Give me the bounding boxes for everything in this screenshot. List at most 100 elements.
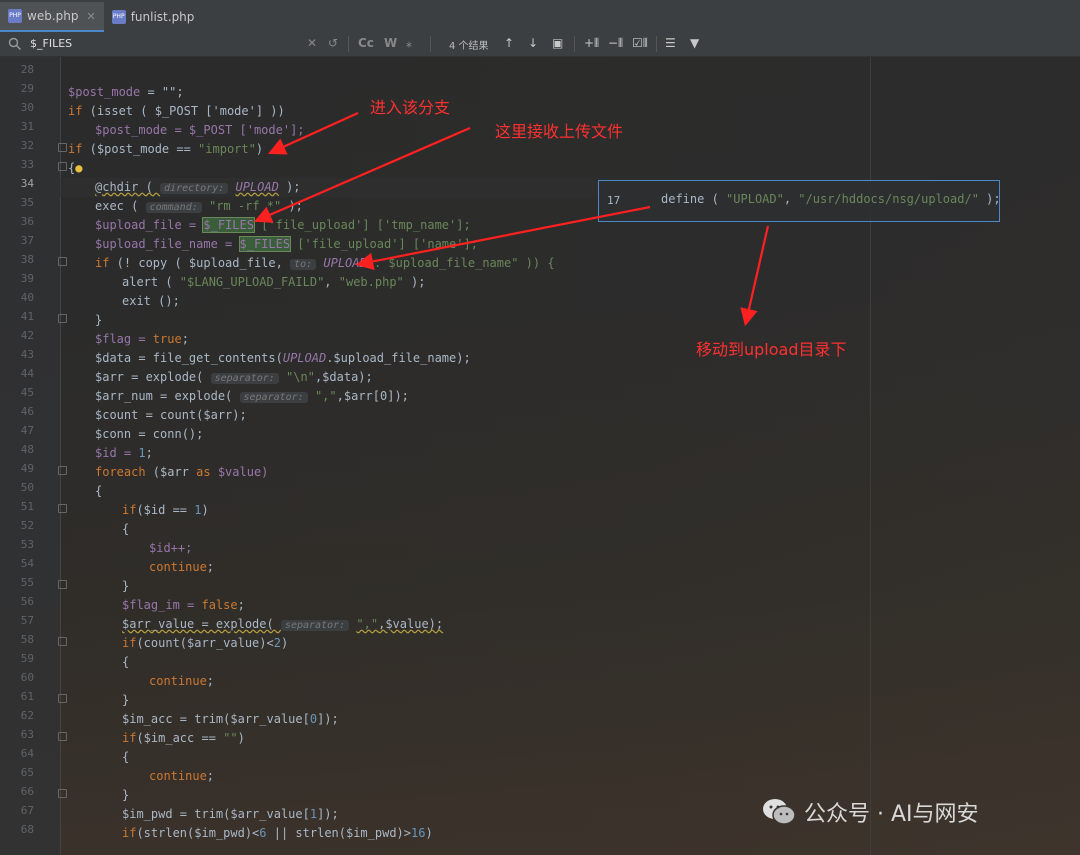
whole-word-button[interactable]: W <box>384 36 397 50</box>
code-line-61: } <box>122 693 130 707</box>
definition-popup[interactable]: 17 define ( "UPLOAD", "/usr/hddocs/nsg/u… <box>598 180 1001 222</box>
select-all-occurrences-icon[interactable]: ☑⫴ <box>632 36 648 51</box>
php-file-icon: PHP <box>8 9 22 23</box>
line-number: 41 <box>20 310 34 323</box>
code-line-30: if (isset ( $_POST ['mode'] )) <box>68 104 285 118</box>
code-line-63: if($im_acc == "") <box>122 731 245 745</box>
fold-marker-icon[interactable] <box>58 143 67 152</box>
code-line-57: $arr_value = explode( separator: ",",$va… <box>122 617 444 631</box>
line-number: 50 <box>20 481 34 494</box>
line-number: 64 <box>20 747 34 760</box>
tab-label: funlist.php <box>130 10 195 24</box>
code-line-47: $conn = conn(); <box>95 427 204 441</box>
code-line-62: $im_acc = trim($arr_value[0]); <box>122 712 339 726</box>
line-number: 67 <box>20 804 34 817</box>
close-icon[interactable]: ✕ <box>86 10 95 23</box>
code-line-60: continue; <box>149 674 215 688</box>
line-number: 57 <box>20 614 34 627</box>
multiline-icon[interactable]: ☰ <box>665 36 676 50</box>
fold-marker-icon[interactable] <box>58 694 67 703</box>
code-line-53: $id++; <box>149 541 193 555</box>
code-line-33: {● <box>68 161 83 175</box>
code-line-65: continue; <box>149 769 215 783</box>
code-line-48: $id = 1; <box>95 446 153 460</box>
line-number: 37 <box>20 234 34 247</box>
code-line-52: { <box>122 522 130 536</box>
line-number: 42 <box>20 329 34 342</box>
line-number: 58 <box>20 633 34 646</box>
line-number: 31 <box>20 120 34 133</box>
tab-web-php[interactable]: PHP web.php ✕ <box>0 2 104 32</box>
fold-marker-icon[interactable] <box>58 580 67 589</box>
code-line-41: } <box>95 313 103 327</box>
line-number: 66 <box>20 785 34 798</box>
line-number: 60 <box>20 671 34 684</box>
line-number: 44 <box>20 367 34 380</box>
filter-icon[interactable]: ▼ <box>690 36 699 50</box>
code-line-31: $post_mode = $_POST ['mode']; <box>95 123 305 137</box>
line-number: 65 <box>20 766 34 779</box>
wechat-logo-icon <box>763 799 796 825</box>
line-number: 28 <box>20 63 34 76</box>
fold-marker-icon[interactable] <box>58 789 67 798</box>
line-number: 49 <box>20 462 34 475</box>
search-icon[interactable] <box>8 37 22 51</box>
line-number: 36 <box>20 215 34 228</box>
lightbulb-icon[interactable]: ● <box>75 161 82 175</box>
add-occurrence-icon[interactable]: +⫴ <box>584 36 599 51</box>
code-line-67: $im_pwd = trim($arr_value[1]); <box>122 807 339 821</box>
line-number: 34 <box>20 177 34 190</box>
code-line-56: $flag_im = false; <box>122 598 245 612</box>
code-line-42: $flag = true; <box>95 332 189 346</box>
search-input[interactable]: $_FILES <box>30 37 72 50</box>
line-number: 43 <box>20 348 34 361</box>
regex-history-icon[interactable]: ↺ <box>328 36 338 50</box>
match-case-button[interactable]: Cc <box>358 36 374 50</box>
line-number: 55 <box>20 576 34 589</box>
select-all-icon[interactable]: ▣ <box>552 36 563 50</box>
line-number-gutter: 28 29 30 31 32 33 34 35 36 37 38 39 40 41 42 43 44 45 46 47… <box>0 57 61 855</box>
regex-icon[interactable]: ⁎ <box>406 36 412 50</box>
line-number: 68 <box>20 823 34 836</box>
tab-label: web.php <box>27 9 79 23</box>
code-line-29: $post_mode = ""; <box>68 85 184 99</box>
next-match-icon[interactable]: ↓ <box>528 36 538 50</box>
line-number: 48 <box>20 443 34 456</box>
fold-marker-icon[interactable] <box>58 162 67 171</box>
previous-match-icon[interactable]: ↑ <box>504 36 514 50</box>
fold-marker-icon[interactable] <box>58 257 67 266</box>
line-number: 35 <box>20 196 34 209</box>
fold-marker-icon[interactable] <box>58 314 67 323</box>
line-number: 46 <box>20 405 34 418</box>
fold-marker-icon[interactable] <box>58 504 67 513</box>
remove-occurrence-icon[interactable]: −⫴ <box>608 36 623 51</box>
code-line-40: exit (); <box>122 294 180 308</box>
clear-icon[interactable]: ✕ <box>307 36 317 50</box>
code-line-35: exec ( command: "rm -rf *" ); <box>95 199 303 213</box>
line-number: 61 <box>20 690 34 703</box>
fold-marker-icon[interactable] <box>58 732 67 741</box>
code-line-51: if($id == 1) <box>122 503 209 517</box>
line-number: 38 <box>20 253 34 266</box>
search-match: $_FILES <box>238 236 292 252</box>
code-line-58: if(count($arr_value)<2) <box>122 636 289 650</box>
line-number: 30 <box>20 101 34 114</box>
code-line-49: foreach ($arr as $value) <box>95 465 269 479</box>
line-number: 59 <box>20 652 34 665</box>
code-line-37: $upload_file_name = $_FILES ['file_uploa… <box>95 236 478 252</box>
divider <box>574 36 575 52</box>
divider <box>348 36 349 52</box>
fold-marker-icon[interactable] <box>58 637 67 646</box>
line-number: 54 <box>20 557 34 570</box>
line-number: 51 <box>20 500 34 513</box>
line-number: 33 <box>20 158 34 171</box>
popup-code: define ( "UPLOAD", "/usr/hddocs/nsg/uplo… <box>661 192 1001 206</box>
line-number: 56 <box>20 595 34 608</box>
code-line-38: if (! copy ( $upload_file, to: UPLOAD . … <box>95 256 555 270</box>
match-count: 4 个结果 <box>449 41 489 52</box>
fold-marker-icon[interactable] <box>58 466 67 475</box>
line-number: 39 <box>20 272 34 285</box>
tab-funlist-php[interactable]: PHP funlist.php <box>104 2 203 32</box>
code-line-43: $data = file_get_contents(UPLOAD.$upload… <box>95 351 471 365</box>
code-line-34: @chdir ( directory: UPLOAD ); <box>95 180 301 194</box>
